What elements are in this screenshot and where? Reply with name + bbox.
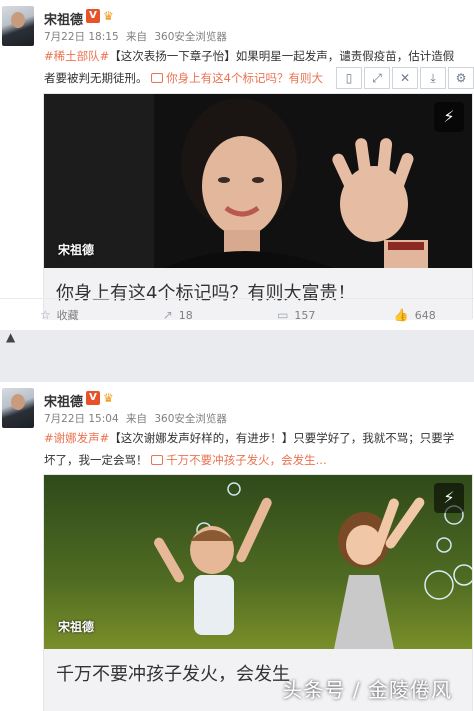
post-text: 坏了，我一定会骂！ xyxy=(44,453,148,467)
site-watermark: 头条号 / 金陵倦风 xyxy=(282,678,452,702)
source-prefix: 来自 xyxy=(125,31,147,43)
post-source[interactable]: 360安全浏览器 xyxy=(154,31,227,43)
favorite-button[interactable]: ☆ 收藏 xyxy=(0,299,119,330)
expand-icon[interactable]: ⤢ xyxy=(364,67,390,89)
user-name[interactable]: 宋祖德 xyxy=(44,9,83,28)
phone-icon[interactable]: ▯ xyxy=(336,67,362,89)
post-date[interactable]: 7月22日 18:15 xyxy=(44,31,119,43)
comment-icon: ▭ xyxy=(277,308,289,322)
article-image[interactable]: 宋祖德 ⚡ xyxy=(44,475,472,649)
post-meta: 7月22日 18:15 来自 360安全浏览器 xyxy=(44,29,231,44)
lightning-icon[interactable]: ⚡ xyxy=(434,483,464,513)
floating-toolbar: ▯ ⤢ ✕ ⤓ ⚙ xyxy=(334,67,474,89)
download-icon[interactable]: ⤓ xyxy=(420,67,446,89)
vip-badge: V xyxy=(86,9,100,23)
vip-badge: V xyxy=(86,391,100,405)
thumb-up-icon: 👍 xyxy=(393,308,409,322)
link-icon xyxy=(151,73,164,83)
image-watermark: 宋祖德 xyxy=(58,243,95,257)
avatar[interactable] xyxy=(2,388,34,428)
level-badge-icon: ♛ xyxy=(103,9,114,23)
post-text-line: #稀土部队#【这次表扬一下章子怡】如果明星一起发声，谴责假疫苗，估计造假 xyxy=(44,48,474,64)
fullscreen-icon[interactable]: ✕ xyxy=(392,67,418,89)
post-actions: ☆ 收藏 ↗ 18 ▭ 157 👍 648 xyxy=(0,298,474,330)
post-text: 者要被判无期徒刑。 xyxy=(44,71,148,85)
post-meta: 7月22日 15:04 来自 360安全浏览器 xyxy=(44,411,231,426)
level-badge-icon: ♛ xyxy=(103,391,114,405)
post-source[interactable]: 360安全浏览器 xyxy=(154,413,227,425)
arrow-up-icon: ▲ xyxy=(6,330,16,344)
user-name[interactable]: 宋祖德 xyxy=(44,391,83,410)
like-button[interactable]: 👍 648 xyxy=(356,299,474,330)
post-text-line: 坏了，我一定会骂！ 千万不要冲孩子发火，会发生... xyxy=(44,452,374,468)
post-text: 【这次表扬一下章子怡】如果明星一起发声，谴责假疫苗，估计造假 xyxy=(109,49,455,63)
repost-button[interactable]: ↗ 18 xyxy=(119,299,238,330)
post-date[interactable]: 7月22日 15:04 xyxy=(44,413,119,425)
article-link[interactable]: 千万不要冲孩子发火，会发生... xyxy=(151,453,327,467)
star-icon: ☆ xyxy=(39,308,51,322)
post-text-line: #谢娜发声#【这次谢娜发声好样的，有进步！】只要学好了，我就不骂；只要学 xyxy=(44,430,474,446)
avatar[interactable] xyxy=(2,6,34,46)
image-watermark: 宋祖德 xyxy=(58,620,95,634)
feed-separator: ▲ xyxy=(0,330,474,382)
post-text-line: 者要被判无期徒刑。 你身上有这4个标记吗？有则大 xyxy=(44,70,344,86)
post-text: 【这次谢娜发声好样的，有进步！】只要学好了，我就不骂；只要学 xyxy=(109,431,455,445)
lightning-icon[interactable]: ⚡ xyxy=(434,102,464,132)
weibo-post: 宋祖德 V ♛ 7月22日 18:15 来自 360安全浏览器 #稀土部队#【这… xyxy=(0,0,474,330)
topic-tag[interactable]: #稀土部队# xyxy=(44,49,109,63)
repost-icon: ↗ xyxy=(162,308,173,322)
comment-button[interactable]: ▭ 157 xyxy=(237,299,356,330)
link-icon xyxy=(151,455,164,465)
article-link[interactable]: 你身上有这4个标记吗？有则大 xyxy=(151,71,323,85)
article-card[interactable]: 宋祖德 ⚡ 你身上有这4个标记吗？有则大富贵！ xyxy=(43,93,473,320)
weibo-post: 宋祖德 V ♛ 7月22日 15:04 来自 360安全浏览器 #谢娜发声#【这… xyxy=(0,382,474,711)
source-prefix: 来自 xyxy=(125,413,147,425)
article-image[interactable]: 宋祖德 ⚡ xyxy=(44,94,472,268)
topic-tag[interactable]: #谢娜发声# xyxy=(44,431,109,445)
settings-gear-icon[interactable]: ⚙ xyxy=(448,67,474,89)
